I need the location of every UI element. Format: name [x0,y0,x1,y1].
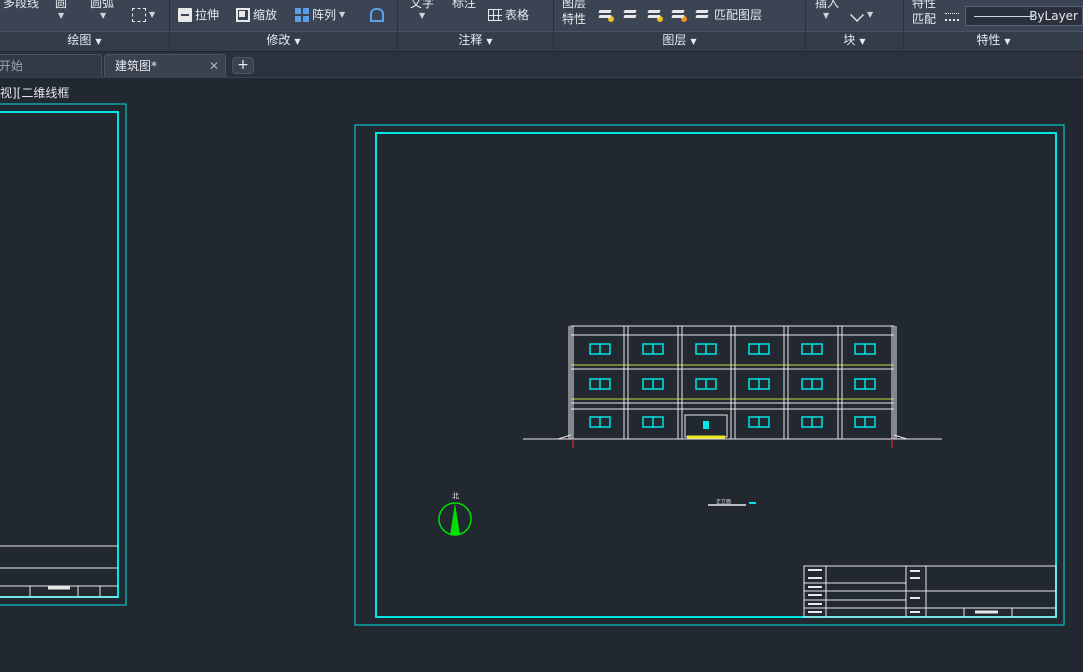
left-sheet [0,103,127,606]
offset-tool-button[interactable] [370,6,384,24]
building-elevation [523,325,942,440]
window [642,343,664,355]
draw-panel-title[interactable]: 绘图 ▼ [0,31,169,50]
insert-dropdown-caret[interactable]: ▼ [823,7,829,25]
layer-lock-button[interactable] [671,6,687,24]
stretch-button[interactable]: 拉伸 [178,6,219,24]
main-sheet-inner-frame [375,132,1057,618]
window [854,343,876,355]
north-label: 北 [452,492,459,500]
main-sheet-outer-frame [354,124,1065,626]
lineweight-icon [945,13,959,21]
ribbon: 多段线 圆 ▼ 圆弧 ▼ ▼ 拉伸 缩放 阵列 ▼ 文字 ▼ 标注 表格 图层 … [0,0,1083,51]
window [642,416,664,428]
array-icon [295,8,309,22]
building-outline [570,325,895,440]
offset-icon [370,8,384,22]
title-block [803,565,1057,618]
layer-freeze-button[interactable] [647,6,663,24]
arc-dropdown-caret[interactable]: ▼ [100,7,106,25]
linetype-preview-line [974,16,1034,17]
polyline-button[interactable]: 多段线 [3,0,39,12]
polyline-label: 多段线 [3,0,40,10]
match-layer-button[interactable]: 匹配图层 [695,6,762,24]
north-arrow-pointer [450,503,460,535]
tab-architecture-drawing[interactable]: 建筑图* ✕ [104,54,226,77]
main-sheet: 北 正立面 [354,124,1065,626]
block-edit-button[interactable]: ▼ [850,6,873,24]
left-sheet-outer-frame [0,103,127,606]
drawing-title: 正立面 [708,498,756,506]
array-label: 阵列 [312,8,337,22]
layer-properties-label-line2: 特性 [562,12,587,26]
scale-label: 缩放 [253,8,278,22]
region-tool-button[interactable]: ▼ [132,6,155,24]
window [748,416,770,428]
door-glass [703,421,709,429]
region-icon [132,8,146,22]
array-button[interactable]: 阵列 ▼ [295,6,345,24]
table-icon [488,9,503,21]
layer-isolate-icon [623,8,639,22]
dimension-button[interactable]: 标注 [452,0,476,12]
plus-icon: + [237,57,249,73]
scale-button[interactable]: 缩放 [236,6,277,24]
window [695,378,717,390]
window [695,343,717,355]
linetype-dropdown[interactable]: ByLayer [965,6,1083,26]
window [801,343,823,355]
layer-off-icon [598,8,614,22]
table-button[interactable]: 表格 [488,6,529,24]
scale-icon [236,8,250,22]
stretch-label: 拉伸 [195,8,220,22]
close-icon[interactable]: ✕ [209,55,219,77]
layer-off-button[interactable] [598,6,614,24]
window [748,378,770,390]
window [854,378,876,390]
stretch-icon [178,8,192,22]
file-tab-bar: 开始 建筑图* ✕ [0,52,1083,78]
building-windows [589,343,876,429]
text-dropdown-caret[interactable]: ▼ [419,7,425,25]
ground-markers [572,439,893,448]
match-layer-icon [695,8,711,22]
dimension-label: 标注 [452,0,477,10]
window [854,416,876,428]
annotation-panel-title[interactable]: 注释 ▼ [398,31,553,50]
layer-properties-button-line2[interactable]: 特性 [562,10,586,28]
window [642,378,664,390]
lineweight-icon-button[interactable] [945,8,959,26]
left-title-block [0,545,118,598]
modify-panel-title[interactable]: 修改 ▼ [170,31,397,50]
tab-start-label: 开始 [0,59,24,73]
window [801,416,823,428]
circle-dropdown-caret[interactable]: ▼ [58,7,64,25]
layer-isolate-button[interactable] [623,6,639,24]
block-edit-icon [850,8,864,22]
building-columns [568,326,897,439]
match-properties-button-line2[interactable]: 匹配 [912,10,936,28]
window [589,416,611,428]
match-properties-label-line2: 匹配 [912,12,937,26]
window [589,343,611,355]
drawing-title-label: 正立面 [716,498,731,505]
window [801,378,823,390]
block-panel-title[interactable]: 块 ▼ [806,31,903,50]
layer-lock-icon [671,8,687,22]
drawing-canvas[interactable]: 北 正立面 [0,78,1083,672]
match-layer-label: 匹配图层 [714,8,763,22]
left-sheet-inner-frame [0,111,119,598]
tab-architecture-drawing-label: 建筑图* [115,59,158,73]
properties-panel-title[interactable]: 特性 ▼ [904,31,1083,50]
north-arrow: 北 [438,492,472,536]
tab-start[interactable]: 开始 [0,54,102,77]
layer-freeze-icon [647,8,663,22]
window [748,343,770,355]
new-tab-button[interactable]: + [232,57,254,74]
linetype-value: ByLayer [1029,9,1078,23]
layers-panel-title[interactable]: 图层 ▼ [554,31,805,50]
window [589,378,611,390]
table-label: 表格 [505,8,530,22]
